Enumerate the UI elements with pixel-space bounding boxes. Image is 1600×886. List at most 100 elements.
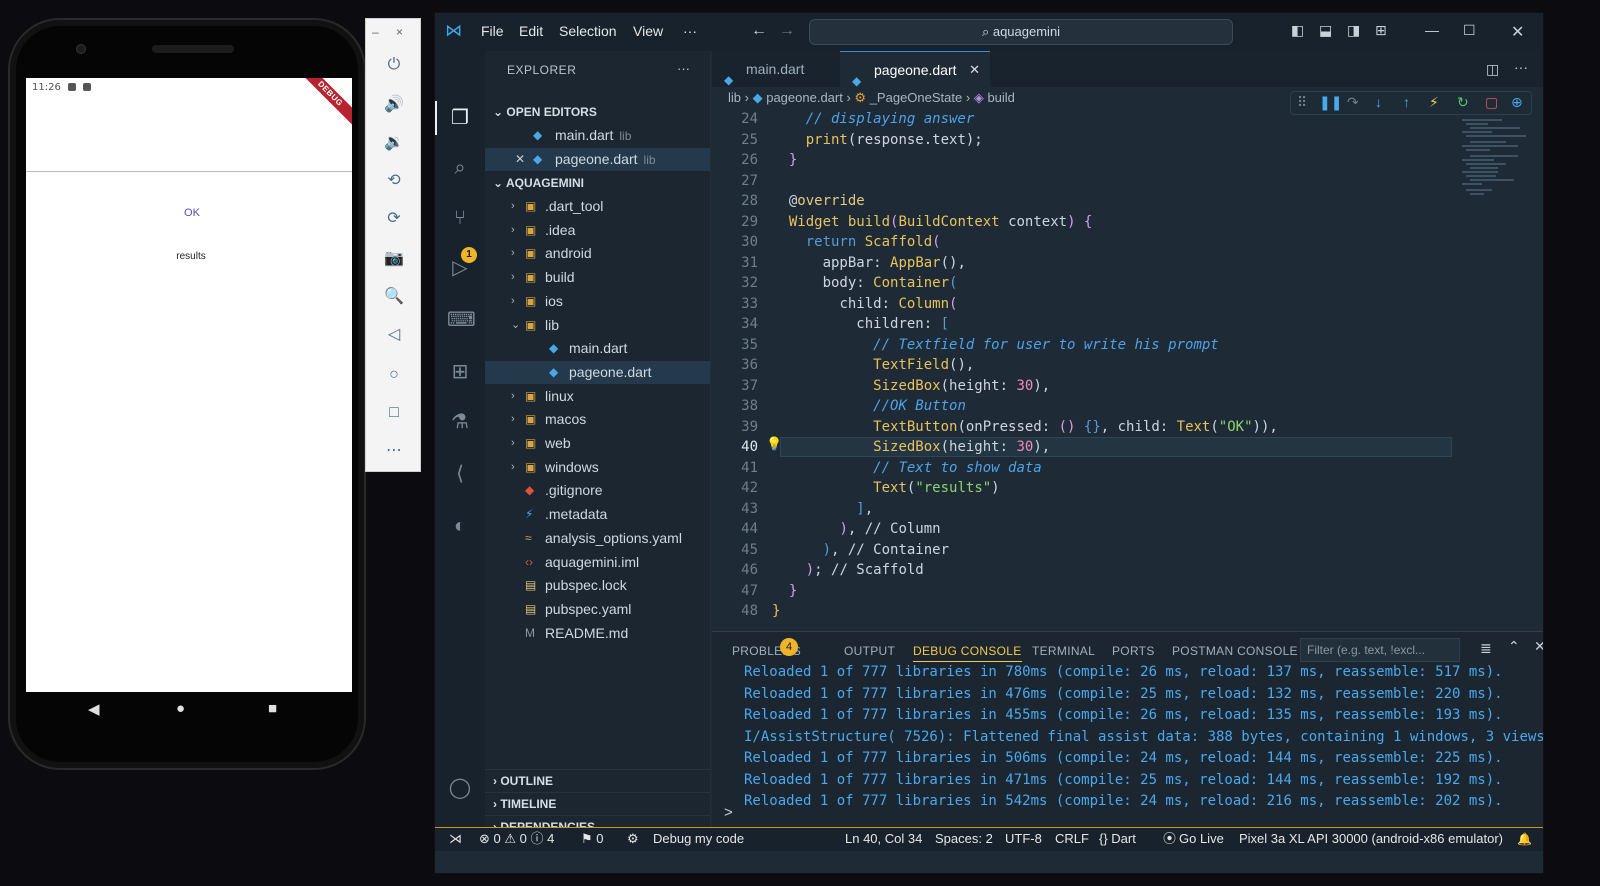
debug-console-filter-input[interactable] bbox=[1300, 638, 1460, 662]
nav-home-button[interactable]: ● bbox=[176, 700, 185, 717]
step-into-icon[interactable]: ↓ bbox=[1375, 94, 1382, 110]
minimap[interactable] bbox=[1452, 111, 1532, 611]
notifications-bell-icon[interactable]: 🔔 bbox=[1517, 828, 1532, 850]
back-button[interactable]: ◁ bbox=[380, 323, 408, 347]
window-close-icon[interactable]: ✕ bbox=[1511, 22, 1524, 42]
home-button[interactable]: ○ bbox=[380, 363, 408, 387]
command-center-search[interactable]: ⌕ aquagemini bbox=[809, 19, 1233, 45]
emulator-close-button[interactable]: × bbox=[396, 25, 403, 39]
encoding-status[interactable]: UTF-8 bbox=[1005, 828, 1042, 850]
eol-status[interactable]: CRLF bbox=[1055, 828, 1089, 850]
breadcrumb-file[interactable]: pageone.dart bbox=[766, 90, 843, 105]
close-editor-icon[interactable]: ✕ bbox=[515, 148, 525, 171]
window-maximize-icon[interactable]: ☐ bbox=[1463, 22, 1476, 39]
clear-console-icon[interactable]: ≣ bbox=[1480, 640, 1492, 657]
nav-back-arrow-icon[interactable]: ← bbox=[751, 22, 767, 40]
step-over-icon[interactable]: ↷ bbox=[1347, 94, 1359, 111]
window-minimize-icon[interactable]: — bbox=[1425, 22, 1439, 38]
tab-postman-console[interactable]: POSTMAN CONSOLE bbox=[1172, 644, 1298, 658]
tree-folder[interactable]: › ▣ .dart_tool bbox=[485, 195, 710, 218]
tree-file[interactable]: ◆ pageone.dart bbox=[485, 360, 710, 384]
tab-main-dart[interactable]: ◆ main.dart bbox=[712, 51, 840, 87]
tree-file[interactable]: ▤ pubspec.lock bbox=[485, 574, 710, 597]
testing-icon[interactable]: ⚗ bbox=[447, 409, 473, 435]
restart-icon[interactable]: ↻ bbox=[1457, 94, 1469, 111]
tab-ports[interactable]: PORTS bbox=[1112, 644, 1155, 658]
volume-down-button[interactable]: 🔉 bbox=[380, 131, 408, 155]
emulator-minimize-button[interactable]: – bbox=[372, 25, 379, 39]
customize-layout-icon[interactable]: ⊞ bbox=[1375, 22, 1387, 39]
editor-more-actions-icon[interactable]: ··· bbox=[1514, 59, 1528, 75]
drag-handle-icon[interactable]: ⠿ bbox=[1297, 94, 1307, 111]
explorer-icon[interactable]: ❐ bbox=[447, 105, 473, 131]
tab-output[interactable]: OUTPUT bbox=[844, 644, 895, 658]
dart-devtools-icon[interactable]: ◐ bbox=[447, 513, 473, 539]
menu-edit[interactable]: Edit bbox=[519, 23, 543, 39]
flutter-icon[interactable]: ⟨ bbox=[447, 461, 473, 487]
split-editor-icon[interactable]: ◫ bbox=[1486, 61, 1499, 78]
tree-file[interactable]: ‹› aquagemini.iml bbox=[485, 551, 710, 574]
more-button[interactable]: ⋯ bbox=[380, 439, 408, 463]
breadcrumb-folder[interactable]: lib bbox=[728, 90, 741, 105]
ports-status[interactable]: ⚑ 0 bbox=[581, 828, 604, 850]
accounts-icon[interactable]: ◯ bbox=[447, 775, 473, 801]
camera-button[interactable]: 📷 bbox=[380, 247, 408, 271]
stop-icon[interactable]: ▢ bbox=[1485, 94, 1498, 111]
tree-file[interactable]: ≈ analysis_options.yaml bbox=[485, 527, 710, 550]
close-tab-icon[interactable]: ✕ bbox=[969, 52, 980, 88]
remote-indicator-icon[interactable]: ⋊ bbox=[449, 828, 462, 850]
tab-terminal[interactable]: TERMINAL bbox=[1032, 644, 1095, 658]
extensions-icon[interactable]: ⊞ bbox=[447, 359, 473, 385]
tree-file[interactable]: ⚡ .metadata bbox=[485, 503, 710, 526]
tree-file[interactable]: ▤ pubspec.yaml bbox=[485, 598, 710, 621]
close-panel-icon[interactable]: ✕ bbox=[1534, 638, 1543, 655]
source-control-icon[interactable]: ⑂ bbox=[447, 205, 473, 231]
nav-recents-button[interactable]: ■ bbox=[268, 700, 277, 717]
open-editors-section[interactable]: ⌄ OPEN EDITORS bbox=[485, 101, 710, 123]
tree-folder[interactable]: ⌄ ▣ lib bbox=[485, 314, 710, 337]
remote-explorer-icon[interactable]: ⌨ bbox=[447, 307, 476, 333]
tree-folder[interactable]: › ▣ web bbox=[485, 432, 710, 455]
zoom-button[interactable]: 🔍 bbox=[380, 285, 408, 309]
menu-view[interactable]: View bbox=[633, 23, 663, 39]
maximize-panel-icon[interactable]: ⌃ bbox=[1508, 638, 1520, 655]
menu-selection[interactable]: Selection bbox=[559, 23, 617, 39]
search-view-icon[interactable]: ⌕ bbox=[447, 155, 473, 181]
open-editor-pageone-dart[interactable]: ✕ ◆ pageone.dart lib bbox=[485, 148, 710, 171]
rotate-right-button[interactable]: ⟳ bbox=[380, 207, 408, 231]
device-selector-status[interactable]: Pixel 3a XL API 30000 (android-x86 emula… bbox=[1239, 828, 1503, 850]
menu-file[interactable]: File bbox=[481, 23, 504, 39]
ok-button[interactable]: OK bbox=[166, 202, 218, 224]
hot-reload-icon[interactable]: ⚡ bbox=[1429, 94, 1439, 111]
debug-config-status[interactable]: Debug my code bbox=[653, 828, 744, 850]
tree-file[interactable]: ◆ main.dart bbox=[485, 337, 710, 360]
indentation-status[interactable]: Spaces: 2 bbox=[935, 828, 993, 850]
devtools-inspect-icon[interactable]: ⊕ bbox=[1511, 94, 1523, 111]
tree-folder[interactable]: › ▣ build bbox=[485, 266, 710, 289]
tab-debug-console[interactable]: DEBUG CONSOLE bbox=[913, 644, 1022, 662]
power-button[interactable]: ⏻ bbox=[380, 53, 408, 77]
tree-folder[interactable]: › ▣ .idea bbox=[485, 219, 710, 242]
tree-file[interactable]: M README.md bbox=[485, 622, 710, 645]
language-mode-status[interactable]: {} Dart bbox=[1099, 828, 1136, 850]
toggle-panel-icon[interactable]: ⬓ bbox=[1319, 22, 1332, 39]
overview-button[interactable]: □ bbox=[380, 401, 408, 425]
toggle-secondary-sidebar-icon[interactable]: ◨ bbox=[1347, 22, 1360, 39]
tree-folder[interactable]: › ▣ android bbox=[485, 242, 710, 265]
rotate-left-button[interactable]: ⟲ bbox=[380, 169, 408, 193]
nav-back-button[interactable]: ◀ bbox=[88, 700, 100, 718]
open-editor-main-dart[interactable]: ◆ main.dart lib bbox=[485, 124, 710, 147]
tab-pageone-dart[interactable]: ◆ pageone.dart ✕ bbox=[840, 51, 990, 88]
tree-folder[interactable]: › ▣ linux bbox=[485, 385, 710, 408]
nav-forward-arrow-icon[interactable]: → bbox=[779, 22, 795, 40]
cursor-position-status[interactable]: Ln 40, Col 34 bbox=[845, 828, 922, 850]
problems-status[interactable]: ⊗ 0 ⚠ 0 ⓘ 4 bbox=[479, 828, 554, 850]
toggle-primary-sidebar-icon[interactable]: ◧ bbox=[1291, 22, 1304, 39]
breadcrumb-class[interactable]: _PageOneState bbox=[870, 90, 963, 105]
tree-folder[interactable]: › ▣ ios bbox=[485, 290, 710, 313]
timeline-section[interactable]: › TIMELINE bbox=[485, 792, 710, 814]
volume-up-button[interactable]: 🔊 bbox=[380, 93, 408, 117]
code-editor[interactable]: 24 25 26 27 28 29 30 31 32 33 34 35 36 37 38 39 40 41 42 43… bbox=[712, 111, 1452, 631]
outline-section[interactable]: › OUTLINE bbox=[485, 769, 710, 791]
tree-folder[interactable]: › ▣ windows bbox=[485, 456, 710, 479]
